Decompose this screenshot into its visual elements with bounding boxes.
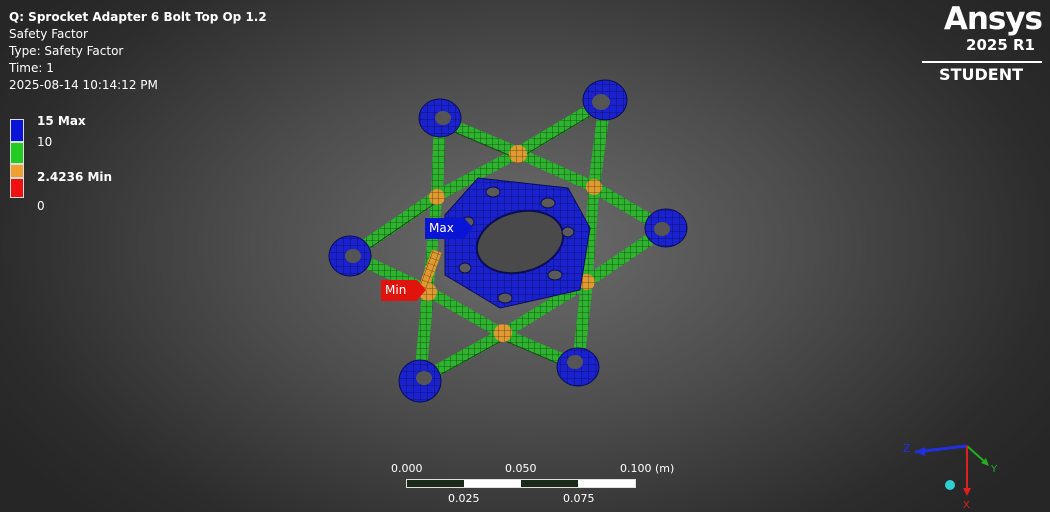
scale-segment-3 <box>521 480 578 487</box>
max-probe-label[interactable]: Max <box>425 218 473 239</box>
center-hub <box>444 177 591 309</box>
boss-left <box>328 235 372 277</box>
triad-z-label: Z <box>903 442 911 455</box>
triad-y-label: Y <box>990 464 998 475</box>
boss-bottom-right <box>556 347 600 387</box>
boss-top-left <box>418 98 462 138</box>
scale-label-100: 0.100 (m) <box>620 462 675 475</box>
scale-segment-1 <box>407 480 464 487</box>
iso-ball-icon[interactable] <box>945 480 955 490</box>
boss-top-right <box>582 79 628 121</box>
axis-triad-icon[interactable]: Z Y X <box>895 430 1015 512</box>
scale-label-075: 0.075 <box>563 492 595 505</box>
triad-x-label: X <box>963 500 970 511</box>
scale-bar <box>406 479 636 488</box>
boss-right <box>644 208 688 248</box>
scale-label-025: 0.025 <box>448 492 480 505</box>
min-probe-label[interactable]: Min <box>381 280 426 301</box>
scale-label-050: 0.050 <box>505 462 537 475</box>
sprocket-model-view[interactable] <box>0 0 1050 512</box>
boss-bottom-left <box>398 359 442 403</box>
scale-label-0: 0.000 <box>391 462 423 475</box>
